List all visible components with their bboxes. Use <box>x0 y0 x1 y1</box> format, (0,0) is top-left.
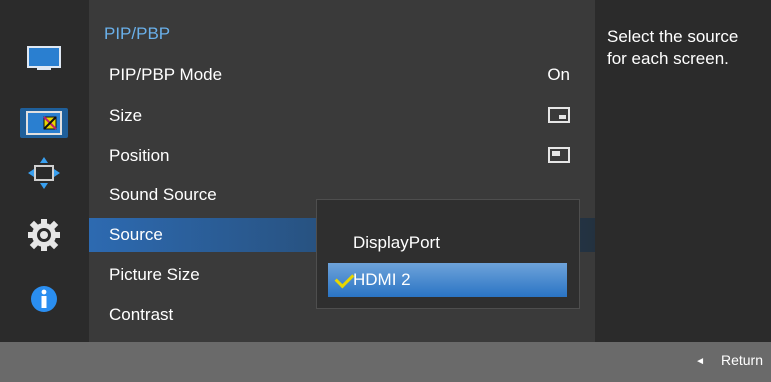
menu-item-label: PIP/PBP Mode <box>109 65 223 84</box>
left-arrow-icon: ◄ <box>695 356 705 367</box>
settings-gear-icon[interactable] <box>24 219 64 251</box>
monitor-osd: PIP/PBP PIP/PBP Mode On Size Position So… <box>0 0 771 382</box>
menu-item-label: Picture Size <box>109 265 200 284</box>
bottom-bar <box>0 342 771 382</box>
menu-item-label: Source <box>109 225 163 244</box>
menu-item-value: On <box>547 65 570 84</box>
position-icon[interactable] <box>24 157 64 189</box>
dropdown-option-displayport[interactable]: DisplayPort <box>328 226 567 260</box>
menu-item-label: Contrast <box>109 305 174 324</box>
help-text: Select the source for each screen. <box>607 27 739 68</box>
menu-item-label: Size <box>109 106 143 125</box>
source-dropdown: DisplayPort HDMI 2 <box>316 199 580 309</box>
dropdown-option-label: HDMI 2 <box>353 270 411 289</box>
dropdown-option-label: DisplayPort <box>353 233 440 252</box>
checkmark-icon <box>334 268 355 289</box>
size-indicator-icon <box>548 107 570 123</box>
return-button[interactable]: ◄ Return <box>695 352 763 368</box>
info-icon[interactable] <box>24 284 64 314</box>
picture-icon[interactable] <box>24 44 64 74</box>
menu-item-position[interactable]: Position <box>89 139 595 173</box>
pip-icon[interactable] <box>20 108 68 138</box>
return-label: Return <box>720 352 763 368</box>
dropdown-option-hdmi2[interactable]: HDMI 2 <box>328 263 567 297</box>
menu-item-size[interactable]: Size <box>89 99 595 133</box>
position-indicator-icon <box>548 147 570 163</box>
menu-item-label: Position <box>109 146 170 165</box>
menu-item-pip-pbp-mode[interactable]: PIP/PBP Mode On <box>89 58 595 92</box>
menu-item-label: Sound Source <box>109 185 217 204</box>
menu-title: PIP/PBP <box>104 24 171 43</box>
